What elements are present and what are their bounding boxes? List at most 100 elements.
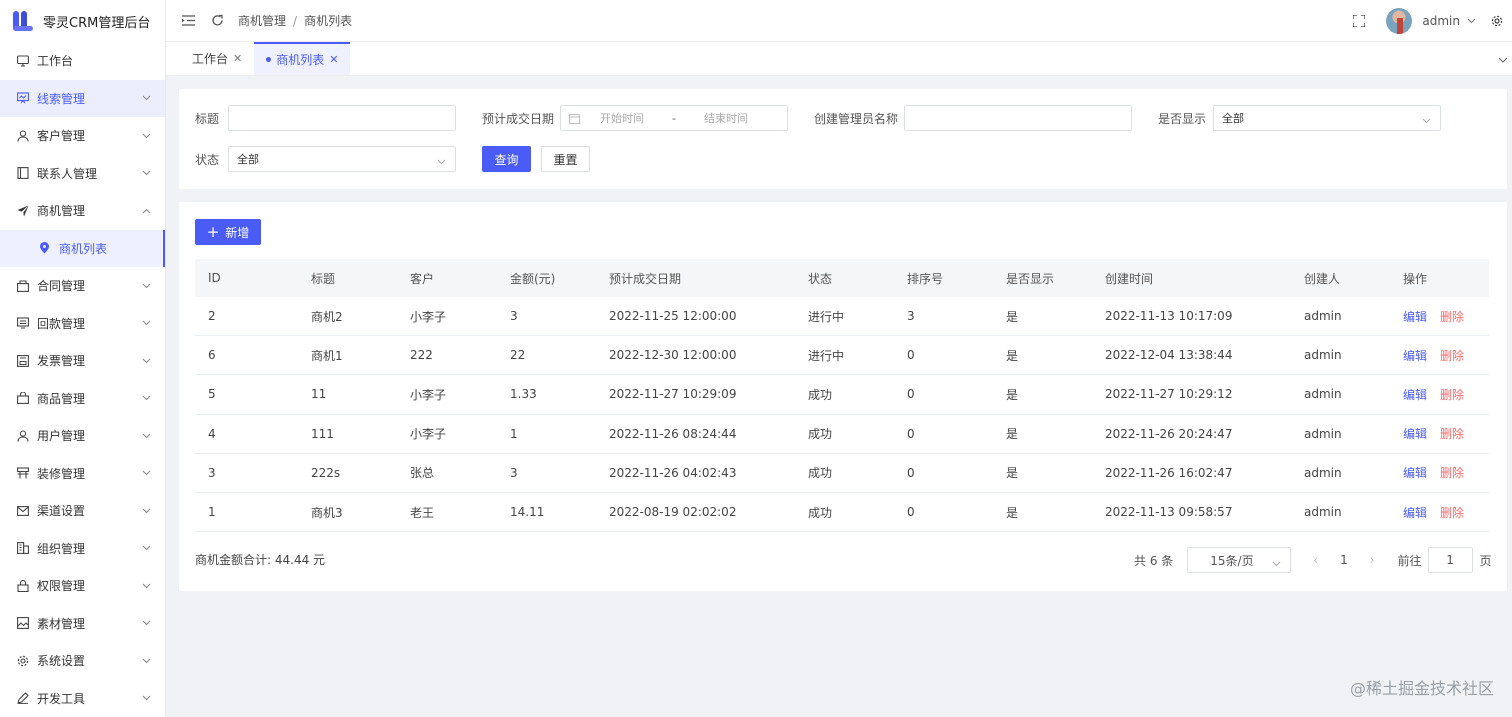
- chevron-down-icon: [141, 393, 151, 403]
- table-cell: 2022-11-13 09:58:57: [1105, 505, 1233, 520]
- column-header: 创建人: [1304, 271, 1341, 286]
- sidebar-item-dev-tools[interactable]: 开发工具: [0, 680, 165, 717]
- table-cell: 111: [311, 426, 334, 441]
- sidebar-item-products[interactable]: 商品管理: [0, 380, 165, 418]
- user-name[interactable]: admin: [1422, 14, 1460, 28]
- gear-icon: [16, 654, 29, 667]
- page-number[interactable]: 1: [1340, 553, 1348, 567]
- tab-opportunity-list[interactable]: 商机列表 ✕: [254, 42, 351, 75]
- show-select[interactable]: 全部: [1213, 105, 1441, 131]
- chevron-down-icon: [141, 693, 151, 703]
- delete-button[interactable]: 删除: [1440, 349, 1464, 363]
- title-input[interactable]: [228, 105, 456, 131]
- table-cell: admin: [1304, 309, 1342, 324]
- sidebar-item-customers[interactable]: 客户管理: [0, 117, 165, 155]
- table-cell: 商机3: [311, 505, 343, 520]
- close-icon[interactable]: ✕: [233, 52, 242, 65]
- refresh-icon[interactable]: [210, 14, 224, 28]
- date-end-placeholder[interactable]: 结束时间: [704, 110, 748, 126]
- sidebar-item-contracts[interactable]: 合同管理: [0, 267, 165, 305]
- avatar[interactable]: [1386, 8, 1413, 34]
- sidebar-item-label: 联系人管理: [37, 166, 98, 181]
- tab-workbench[interactable]: 工作台 ✕: [166, 42, 254, 75]
- chevron-up-icon: [141, 206, 151, 216]
- close-icon[interactable]: ✕: [329, 53, 338, 66]
- sidebar-item-invoices[interactable]: 发票管理: [0, 342, 165, 380]
- prev-page-icon[interactable]: ‹: [1313, 553, 1318, 567]
- chevron-down-icon: [141, 168, 151, 178]
- edit-button[interactable]: 编辑: [1403, 349, 1427, 363]
- sidebar-item-channels[interactable]: 渠道设置: [0, 492, 165, 530]
- add-button[interactable]: + 新增: [195, 219, 261, 245]
- location-icon: [38, 242, 51, 255]
- delete-button[interactable]: 删除: [1440, 466, 1464, 480]
- breadcrumb-item[interactable]: 商机管理: [238, 12, 286, 29]
- table-cell: 进行中: [808, 309, 845, 324]
- next-page-icon[interactable]: ›: [1370, 553, 1375, 567]
- sidebar-item-materials[interactable]: 素材管理: [0, 605, 165, 643]
- delete-button[interactable]: 删除: [1440, 388, 1464, 402]
- table-cell: admin: [1304, 348, 1342, 363]
- status-select[interactable]: 全部: [228, 146, 456, 172]
- sidebar-item-system-settings[interactable]: 系统设置: [0, 642, 165, 680]
- chevron-down-icon: [141, 356, 151, 366]
- edit-button[interactable]: 编辑: [1403, 506, 1427, 520]
- creator-input[interactable]: [904, 105, 1132, 131]
- sidebar-item-users[interactable]: 用户管理: [0, 417, 165, 455]
- table-cell: 2022-11-27 10:29:09: [609, 387, 737, 402]
- table-cell: 商机2: [311, 309, 343, 324]
- send-icon: [16, 204, 29, 217]
- title-label: 标题: [195, 112, 220, 126]
- chevron-down-icon: [141, 468, 151, 478]
- table-cell: 2022-11-27 10:29:12: [1105, 387, 1233, 402]
- chevron-down-icon: [1422, 114, 1431, 127]
- table-cell: 成功: [808, 387, 833, 402]
- date-range-picker[interactable]: 开始时间 - 结束时间: [560, 105, 788, 131]
- table-cell: 商机1: [311, 348, 343, 363]
- edit-button[interactable]: 编辑: [1403, 310, 1427, 324]
- gear-icon[interactable]: [1490, 14, 1504, 28]
- delete-button[interactable]: 删除: [1440, 427, 1464, 441]
- chevron-down-icon: [141, 656, 151, 666]
- chevron-down-icon[interactable]: [1464, 14, 1478, 28]
- table-cell: 3: [907, 309, 915, 324]
- pagination-total: 共 6 条: [1134, 553, 1174, 568]
- fullscreen-icon[interactable]: [1352, 14, 1366, 28]
- table-cell: 22: [510, 348, 526, 363]
- table-row: 1 商机3 老王 14.11 2022-08-19 02:02:02 成功 0 是 2022-1…: [195, 493, 1489, 533]
- chevron-down-icon[interactable]: [1498, 52, 1508, 66]
- sidebar-item-workbench[interactable]: 工作台: [0, 42, 165, 80]
- sidebar-item-clues[interactable]: 线索管理: [0, 79, 165, 117]
- goto-label: 前往: [1397, 553, 1422, 568]
- table-cell: admin: [1304, 387, 1342, 402]
- chevron-down-icon: [1272, 556, 1281, 570]
- menu-fold-icon[interactable]: [181, 14, 195, 28]
- sidebar-item-opportunities[interactable]: 商机管理: [0, 192, 165, 230]
- sidebar-item-label: 权限管理: [37, 579, 86, 594]
- goto-page-input[interactable]: 1: [1427, 547, 1473, 573]
- sidebar-item-label: 商品管理: [37, 391, 86, 406]
- sidebar-item-contacts[interactable]: 联系人管理: [0, 155, 165, 193]
- reset-button[interactable]: 重置: [541, 146, 590, 172]
- date-label: 预计成交日期: [482, 112, 555, 126]
- table-cell: 成功: [808, 466, 833, 481]
- row-actions: 编辑 删除: [1390, 425, 1489, 442]
- delete-button[interactable]: 删除: [1440, 310, 1464, 324]
- edit-button[interactable]: 编辑: [1403, 388, 1427, 402]
- sidebar-item-label: 线索管理: [37, 91, 86, 106]
- edit-button[interactable]: 编辑: [1403, 427, 1427, 441]
- sidebar-item-payments[interactable]: 回款管理: [0, 305, 165, 343]
- date-start-placeholder[interactable]: 开始时间: [600, 110, 644, 126]
- sidebar-item-opportunity-list[interactable]: 商机列表: [0, 229, 165, 267]
- table-cell: 3: [510, 309, 518, 324]
- payment-icon: [16, 317, 29, 330]
- sidebar-item-decoration[interactable]: 装修管理: [0, 455, 165, 493]
- query-button[interactable]: 查询: [482, 146, 531, 172]
- sidebar-item-organization[interactable]: 组织管理: [0, 530, 165, 568]
- sidebar-item-label: 合同管理: [37, 279, 86, 294]
- page-size-select[interactable]: 15条/页: [1187, 547, 1292, 573]
- delete-button[interactable]: 删除: [1440, 506, 1464, 520]
- user-icon: [16, 429, 29, 442]
- edit-button[interactable]: 编辑: [1403, 466, 1427, 480]
- sidebar-item-permissions[interactable]: 权限管理: [0, 567, 165, 605]
